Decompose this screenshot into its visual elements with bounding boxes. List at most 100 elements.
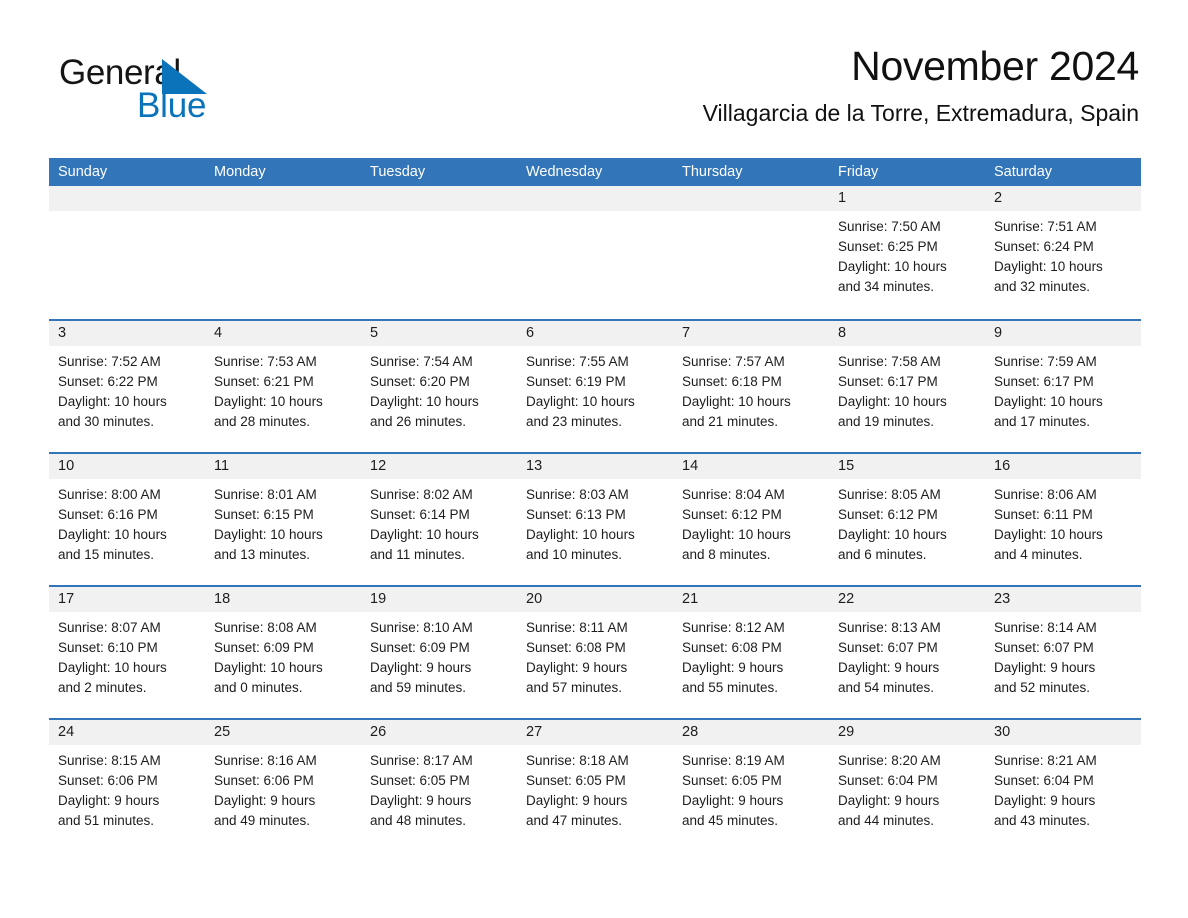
day-cell-12[interactable]: 12 Sunrise: 8:02 AM Sunset: 6:14 PM Dayligh… — [361, 454, 517, 585]
day-cell-24[interactable]: 24 Sunrise: 8:15 AM Sunset: 6:06 PM Dayligh… — [49, 720, 205, 851]
day-cell-15[interactable]: 15 Sunrise: 8:05 AM Sunset: 6:12 PM Dayligh… — [829, 454, 985, 585]
day-cell-23[interactable]: 23 Sunrise: 8:14 AM Sunset: 6:07 PM Dayligh… — [985, 587, 1141, 718]
sunset-text: Sunset: 6:15 PM — [214, 507, 314, 522]
day-cell-20[interactable]: 20 Sunrise: 8:11 AM Sunset: 6:08 PM Dayligh… — [517, 587, 673, 718]
daylight-text-line2: and 17 minutes. — [994, 414, 1091, 429]
day-number: 13 — [517, 454, 673, 479]
day-cell-13[interactable]: 13 Sunrise: 8:03 AM Sunset: 6:13 PM Dayligh… — [517, 454, 673, 585]
day-cell-18[interactable]: 18 Sunrise: 8:08 AM Sunset: 6:09 PM Dayligh… — [205, 587, 361, 718]
daylight-text-line2: and 13 minutes. — [214, 547, 311, 562]
day-cell-2[interactable]: 2 Sunrise: 7:51 AM Sunset: 6:24 PM Daylight… — [985, 186, 1141, 319]
day-number: 16 — [985, 454, 1141, 479]
daylight-text-line2: and 28 minutes. — [214, 414, 311, 429]
sunset-text: Sunset: 6:12 PM — [682, 507, 782, 522]
day-sun-info: Sunrise: 7:50 AM Sunset: 6:25 PM Daylight:… — [829, 211, 985, 297]
day-cell-16[interactable]: 16 Sunrise: 8:06 AM Sunset: 6:11 PM Dayligh… — [985, 454, 1141, 585]
day-cell-9[interactable]: 9 Sunrise: 7:59 AM Sunset: 6:17 PM Daylight… — [985, 321, 1141, 452]
day-sun-info: Sunrise: 7:51 AM Sunset: 6:24 PM Daylight:… — [985, 211, 1141, 297]
day-cell-19[interactable]: 19 Sunrise: 8:10 AM Sunset: 6:09 PM Dayligh… — [361, 587, 517, 718]
daylight-text-line1: Daylight: 10 hours — [994, 259, 1103, 274]
sunset-text: Sunset: 6:08 PM — [682, 640, 782, 655]
day-cell-3[interactable]: 3 Sunrise: 7:52 AM Sunset: 6:22 PM Daylight… — [49, 321, 205, 452]
day-cell-10[interactable]: 10 Sunrise: 8:00 AM Sunset: 6:16 PM Dayligh… — [49, 454, 205, 585]
sunset-text: Sunset: 6:17 PM — [838, 374, 938, 389]
daylight-text-line2: and 0 minutes. — [214, 680, 303, 695]
day-sun-info: Sunrise: 7:53 AM Sunset: 6:21 PM Daylight:… — [205, 346, 361, 432]
sunrise-text: Sunrise: 8:13 AM — [838, 620, 941, 635]
day-number — [49, 186, 205, 211]
daylight-text-line1: Daylight: 10 hours — [838, 259, 947, 274]
daylight-text-line2: and 45 minutes. — [682, 813, 779, 828]
daylight-text-line2: and 2 minutes. — [58, 680, 147, 695]
daylight-text-line2: and 10 minutes. — [526, 547, 623, 562]
sunrise-text: Sunrise: 7:50 AM — [838, 219, 941, 234]
calendar-week-row: 10 Sunrise: 8:00 AM Sunset: 6:16 PM Dayligh… — [49, 452, 1141, 585]
day-sun-info: Sunrise: 8:20 AM Sunset: 6:04 PM Daylight:… — [829, 745, 985, 831]
day-cell-17[interactable]: 17 Sunrise: 8:07 AM Sunset: 6:10 PM Dayligh… — [49, 587, 205, 718]
daylight-text-line1: Daylight: 10 hours — [838, 527, 947, 542]
day-cell-empty — [49, 186, 205, 319]
day-sun-info: Sunrise: 8:00 AM Sunset: 6:16 PM Daylight:… — [49, 479, 205, 565]
day-cell-8[interactable]: 8 Sunrise: 7:58 AM Sunset: 6:17 PM Daylight… — [829, 321, 985, 452]
general-blue-logo[interactable]: General Blue — [59, 54, 319, 132]
daylight-text-line1: Daylight: 9 hours — [994, 793, 1096, 808]
day-cell-11[interactable]: 11 Sunrise: 8:01 AM Sunset: 6:15 PM Dayligh… — [205, 454, 361, 585]
sunrise-text: Sunrise: 8:11 AM — [526, 620, 628, 635]
day-number: 12 — [361, 454, 517, 479]
daylight-text-line2: and 59 minutes. — [370, 680, 467, 695]
day-cell-28[interactable]: 28 Sunrise: 8:19 AM Sunset: 6:05 PM Dayligh… — [673, 720, 829, 851]
calendar-week-row: 3 Sunrise: 7:52 AM Sunset: 6:22 PM Daylight… — [49, 319, 1141, 452]
day-cell-14[interactable]: 14 Sunrise: 8:04 AM Sunset: 6:12 PM Dayligh… — [673, 454, 829, 585]
day-sun-info: Sunrise: 7:52 AM Sunset: 6:22 PM Daylight:… — [49, 346, 205, 432]
day-cell-5[interactable]: 5 Sunrise: 7:54 AM Sunset: 6:20 PM Daylight… — [361, 321, 517, 452]
sunrise-text: Sunrise: 7:59 AM — [994, 354, 1097, 369]
day-cell-4[interactable]: 4 Sunrise: 7:53 AM Sunset: 6:21 PM Daylight… — [205, 321, 361, 452]
sunset-text: Sunset: 6:06 PM — [58, 773, 158, 788]
day-number — [361, 186, 517, 211]
sunset-text: Sunset: 6:17 PM — [994, 374, 1094, 389]
sunset-text: Sunset: 6:21 PM — [214, 374, 314, 389]
day-cell-21[interactable]: 21 Sunrise: 8:12 AM Sunset: 6:08 PM Dayligh… — [673, 587, 829, 718]
sunset-text: Sunset: 6:06 PM — [214, 773, 314, 788]
page-header: General Blue November 2024 Villagarcia d… — [49, 40, 1139, 148]
sunrise-text: Sunrise: 8:08 AM — [214, 620, 317, 635]
sunset-text: Sunset: 6:05 PM — [682, 773, 782, 788]
weekday-header-thursday: Thursday — [682, 164, 743, 180]
day-cell-30[interactable]: 30 Sunrise: 8:21 AM Sunset: 6:04 PM Dayligh… — [985, 720, 1141, 851]
calendar-week-row: 24 Sunrise: 8:15 AM Sunset: 6:06 PM Dayligh… — [49, 718, 1141, 851]
day-number: 27 — [517, 720, 673, 745]
day-cell-26[interactable]: 26 Sunrise: 8:17 AM Sunset: 6:05 PM Dayligh… — [361, 720, 517, 851]
calendar-week-row: 17 Sunrise: 8:07 AM Sunset: 6:10 PM Dayligh… — [49, 585, 1141, 718]
day-sun-info: Sunrise: 8:18 AM Sunset: 6:05 PM Daylight:… — [517, 745, 673, 831]
daylight-text-line1: Daylight: 9 hours — [838, 793, 940, 808]
day-number: 3 — [49, 321, 205, 346]
daylight-text-line2: and 19 minutes. — [838, 414, 935, 429]
daylight-text-line1: Daylight: 10 hours — [682, 394, 791, 409]
daylight-text-line2: and 32 minutes. — [994, 279, 1091, 294]
page-title: November 2024 — [851, 43, 1139, 89]
day-cell-7[interactable]: 7 Sunrise: 7:57 AM Sunset: 6:18 PM Daylight… — [673, 321, 829, 452]
day-sun-info: Sunrise: 8:07 AM Sunset: 6:10 PM Daylight:… — [49, 612, 205, 698]
day-cell-27[interactable]: 27 Sunrise: 8:18 AM Sunset: 6:05 PM Dayligh… — [517, 720, 673, 851]
day-number: 8 — [829, 321, 985, 346]
day-number: 1 — [829, 186, 985, 211]
day-sun-info: Sunrise: 8:05 AM Sunset: 6:12 PM Daylight:… — [829, 479, 985, 565]
day-cell-22[interactable]: 22 Sunrise: 8:13 AM Sunset: 6:07 PM Dayligh… — [829, 587, 985, 718]
daylight-text-line1: Daylight: 9 hours — [682, 660, 784, 675]
sunrise-text: Sunrise: 8:15 AM — [58, 753, 161, 768]
daylight-text-line2: and 49 minutes. — [214, 813, 311, 828]
day-sun-info: Sunrise: 8:15 AM Sunset: 6:06 PM Daylight:… — [49, 745, 205, 831]
sunset-text: Sunset: 6:13 PM — [526, 507, 626, 522]
day-cell-6[interactable]: 6 Sunrise: 7:55 AM Sunset: 6:19 PM Daylight… — [517, 321, 673, 452]
day-cell-1[interactable]: 1 Sunrise: 7:50 AM Sunset: 6:25 PM Daylight… — [829, 186, 985, 319]
day-cell-25[interactable]: 25 Sunrise: 8:16 AM Sunset: 6:06 PM Dayligh… — [205, 720, 361, 851]
day-sun-info: Sunrise: 8:19 AM Sunset: 6:05 PM Daylight:… — [673, 745, 829, 831]
daylight-text-line2: and 51 minutes. — [58, 813, 155, 828]
daylight-text-line1: Daylight: 10 hours — [994, 394, 1103, 409]
day-cell-29[interactable]: 29 Sunrise: 8:20 AM Sunset: 6:04 PM Dayligh… — [829, 720, 985, 851]
daylight-text-line1: Daylight: 9 hours — [214, 793, 316, 808]
day-sun-info: Sunrise: 7:58 AM Sunset: 6:17 PM Daylight:… — [829, 346, 985, 432]
calendar-weeks: 1 Sunrise: 7:50 AM Sunset: 6:25 PM Daylight… — [49, 186, 1141, 851]
sunrise-text: Sunrise: 8:14 AM — [994, 620, 1097, 635]
day-sun-info: Sunrise: 8:01 AM Sunset: 6:15 PM Daylight:… — [205, 479, 361, 565]
